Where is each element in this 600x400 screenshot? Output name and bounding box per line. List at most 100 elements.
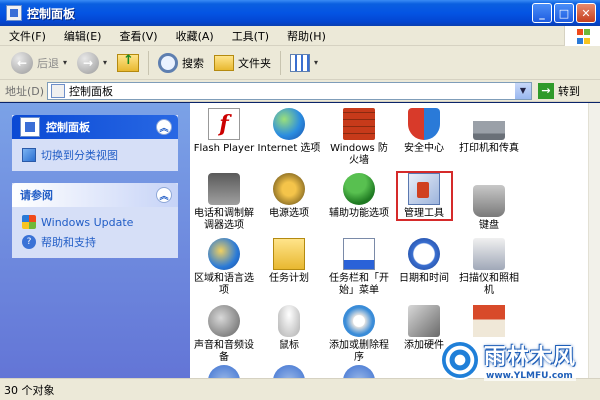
control-panel-icon [20, 117, 40, 137]
views-dropdown-icon[interactable]: ▾ [314, 58, 318, 67]
toolbar-separator [148, 50, 150, 75]
item-power-options[interactable]: 电源选项 [255, 173, 323, 220]
speaker-icon [208, 305, 240, 337]
item-printers[interactable]: 打印机和传真 [455, 108, 523, 155]
partial-item-icon [208, 365, 240, 378]
close-button[interactable]: ✕ [576, 3, 596, 23]
folders-button[interactable]: 文件夹 [209, 49, 276, 77]
item-label: 键盘 [479, 220, 499, 231]
views-icon [290, 53, 311, 72]
search-icon [158, 52, 179, 73]
maximize-button[interactable]: □ [554, 3, 574, 23]
item-label: 区域和语言选项 [194, 273, 254, 296]
item-label: Internet 选项 [257, 143, 321, 154]
item-region-language[interactable]: 区域和语言选项 [190, 238, 258, 297]
object-count: 30 个对象 [4, 383, 55, 397]
minimize-button[interactable]: _ [532, 3, 552, 23]
address-value: 控制面板 [69, 84, 113, 98]
firewall-icon [343, 108, 375, 140]
folders-label: 文件夹 [238, 56, 272, 70]
control-panel-icon [6, 5, 22, 21]
item-windows-firewall[interactable]: Windows 防火墙 [325, 108, 393, 167]
item-label: 扫描仪和照相机 [459, 273, 519, 296]
help-support-link[interactable]: ? 帮助和支持 [22, 234, 168, 250]
item-partial[interactable] [325, 365, 393, 378]
control-panel-panel: 控制面板 ︽ 切换到分类视图 [12, 115, 178, 171]
panel-body: Windows Update ? 帮助和支持 [12, 207, 178, 258]
item-flash-player[interactable]: f Flash Player [190, 108, 258, 155]
item-partial[interactable] [255, 365, 323, 378]
forward-button[interactable]: → ▾ [72, 49, 112, 77]
item-internet-options[interactable]: Internet 选项 [255, 108, 323, 155]
go-label: 转到 [558, 84, 580, 98]
taskbar-icon [343, 238, 375, 270]
control-panel-icon [51, 83, 65, 98]
views-button[interactable]: ▾ [285, 49, 323, 77]
menu-file[interactable]: 文件(F) [0, 28, 55, 44]
mouse-icon [278, 305, 300, 337]
accessibility-icon [343, 173, 375, 205]
address-dropdown-icon[interactable]: ▼ [515, 82, 531, 99]
item-scanners-cameras[interactable]: 扫描仪和照相机 [455, 238, 523, 297]
panel-title: 请参阅 [20, 189, 53, 202]
windows-logo-icon [564, 26, 600, 46]
address-input[interactable]: 控制面板 ▼ [47, 81, 532, 100]
menu-edit[interactable]: 编辑(E) [55, 28, 111, 44]
item-taskbar-start[interactable]: 任务栏和「开始」菜单 [325, 238, 393, 297]
menu-tools[interactable]: 工具(T) [223, 28, 278, 44]
toolbar-separator [280, 50, 282, 75]
item-keyboard[interactable]: 键盘 [455, 173, 523, 232]
window-title: 控制面板 [27, 6, 76, 21]
switch-to-category-link[interactable]: 切换到分类视图 [22, 147, 168, 163]
highlight-box [396, 171, 453, 221]
item-label: 日期和时间 [399, 273, 449, 284]
collapse-chevron-icon[interactable]: ︽ [156, 187, 172, 203]
item-add-remove-programs[interactable]: 添加或删除程序 [325, 305, 393, 364]
panel-body: 切换到分类视图 [12, 139, 178, 171]
item-label: 打印机和传真 [459, 143, 519, 154]
item-mouse[interactable]: 鼠标 [255, 305, 323, 352]
item-label: 电话和调制解调器选项 [194, 208, 254, 231]
item-sound-audio[interactable]: 声音和音频设备 [190, 305, 258, 364]
keyboard-icon [473, 185, 505, 217]
back-label: 后退 [37, 56, 59, 70]
toolbar: ← 后退 ▾ → ▾ 搜索 文件夹 ▾ [0, 46, 600, 80]
shield-icon [408, 108, 440, 140]
panel-title: 控制面板 [46, 121, 90, 134]
item-label: 安全中心 [404, 143, 444, 154]
item-date-time[interactable]: 日期和时间 [390, 238, 458, 285]
back-dropdown-icon[interactable]: ▾ [63, 58, 67, 67]
search-button[interactable]: 搜索 [153, 49, 209, 77]
hardware-icon [408, 305, 440, 337]
item-label: 任务计划 [269, 273, 309, 284]
panel-header[interactable]: 请参阅 ︽ [12, 183, 178, 207]
item-scheduled-tasks[interactable]: 任务计划 [255, 238, 323, 285]
menu-view[interactable]: 查看(V) [110, 28, 166, 44]
menu-favorites[interactable]: 收藏(A) [167, 28, 223, 44]
go-button[interactable]: → 转到 [538, 82, 580, 99]
item-phone-modem[interactable]: 电话和调制解调器选项 [190, 173, 258, 232]
windows-update-icon [22, 215, 36, 229]
phone-icon [208, 173, 240, 205]
item-label: 任务栏和「开始」菜单 [329, 273, 389, 296]
scanner-icon [473, 238, 505, 270]
watermark-url: www.YLMFU.com [484, 371, 577, 381]
up-folder-button[interactable] [112, 49, 144, 77]
item-accessibility[interactable]: 辅助功能选项 [325, 173, 393, 220]
menu-bar: 文件(F) 编辑(E) 查看(V) 收藏(A) 工具(T) 帮助(H) [0, 26, 600, 46]
watermark-name: 雨林木风 [484, 345, 577, 370]
globe-icon [273, 108, 305, 140]
item-security-center[interactable]: 安全中心 [390, 108, 458, 155]
forward-arrow-icon: → [77, 51, 100, 74]
panel-header[interactable]: 控制面板 ︽ [12, 115, 178, 139]
title-bar: 控制面板 _ □ ✕ [0, 0, 600, 26]
see-also-panel: 请参阅 ︽ Windows Update ? 帮助和支持 [12, 183, 178, 258]
collapse-chevron-icon[interactable]: ︽ [156, 119, 172, 135]
back-button[interactable]: ← 后退 ▾ [6, 49, 72, 77]
address-label: 地址(D) [5, 84, 45, 98]
menu-help[interactable]: 帮助(H) [278, 28, 335, 44]
forward-dropdown-icon[interactable]: ▾ [103, 58, 107, 67]
windows-update-link[interactable]: Windows Update [22, 215, 168, 229]
item-partial[interactable] [190, 365, 258, 378]
scheduled-tasks-icon [273, 238, 305, 270]
